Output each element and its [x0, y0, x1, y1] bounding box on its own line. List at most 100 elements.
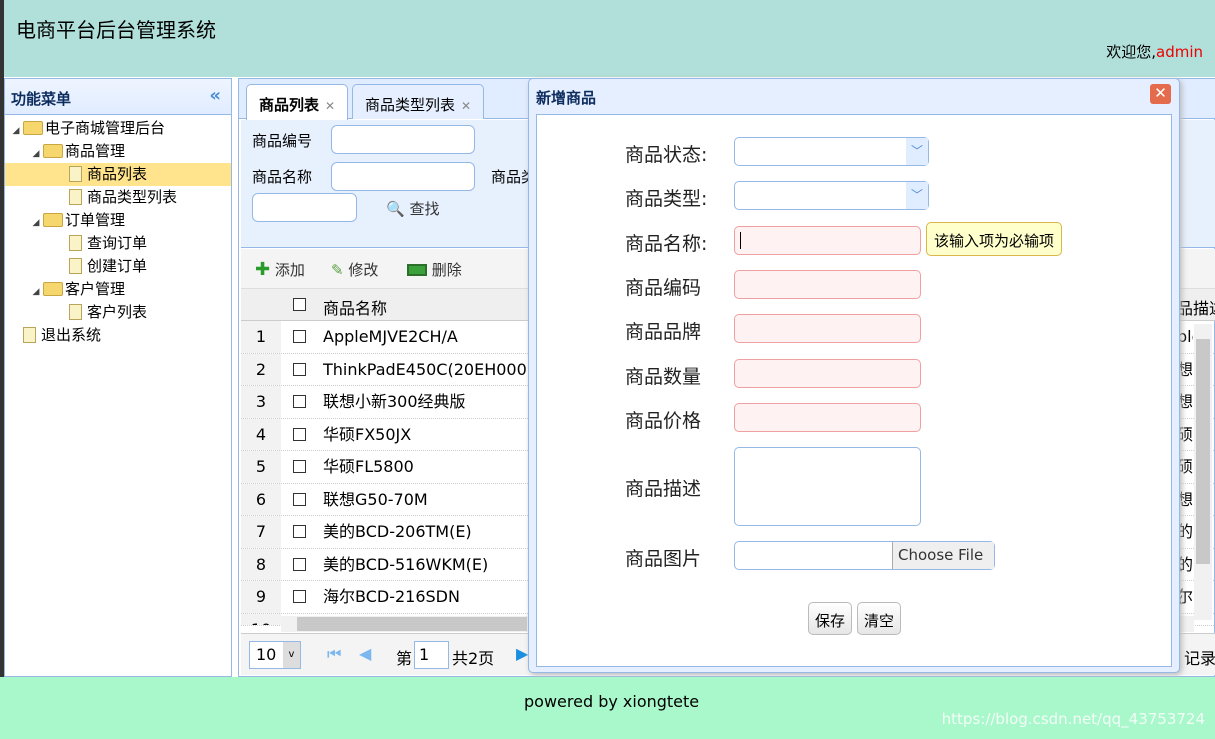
edit-button[interactable]: ✎ 修改 [331, 259, 378, 280]
field-label: 商品数量 [625, 366, 702, 388]
row-number: 10 [241, 613, 281, 625]
code-label: 商品编号 [252, 132, 313, 150]
dialog-body: 该输入项为必输项 保存 清空 商品状态: ﹀ 商品类型: ﹀ 商品名称: 商品编码 商品品牌… [536, 114, 1172, 667]
type-input[interactable] [252, 193, 357, 222]
row-checkbox[interactable] [293, 525, 306, 538]
text-field[interactable] [734, 403, 921, 432]
tab-product-list[interactable]: 商品列表 ✕ [246, 84, 349, 120]
file-input[interactable]: Choose File [734, 541, 995, 570]
close-icon[interactable]: ✕ [325, 99, 335, 113]
chevron-down-icon: ﹀ [906, 138, 928, 165]
collapse-icon[interactable]: « [209, 85, 221, 106]
choose-file-button[interactable]: Choose File [892, 542, 994, 569]
menu-tree: ◢ 电子商城管理后台 ◢ 商品管理 商品列表 商品类型列表 ◢ 订单管理查询订单创建订单 ◢ 客户… [5, 117, 231, 347]
product-name-cell: AppleMJVE2CH/A [323, 327, 458, 346]
menu-item[interactable]: ◢ 客户管理 [5, 278, 231, 301]
product-name-cell: 华硕FX50JX [323, 424, 412, 444]
menu-item[interactable]: ◢ 订单管理 [5, 209, 231, 232]
watermark: https://blog.csdn.net/qq_43753724 [941, 710, 1205, 728]
row-number: 7 [241, 516, 281, 548]
header: 电商平台后台管理系统 欢迎您,admin [0, 0, 1215, 739]
menu-item-label: 查询订单 [87, 234, 148, 252]
product-name-cell: 华硕FL5800 [323, 457, 414, 476]
field-label: 商品描述 [625, 478, 702, 500]
text-field[interactable] [734, 314, 921, 343]
select-field[interactable]: ﹀ [734, 181, 929, 210]
clear-button[interactable]: 清空 [857, 602, 902, 635]
file-icon [23, 327, 36, 343]
text-field[interactable] [734, 270, 921, 299]
name-label: 商品名称 [252, 168, 313, 186]
plus-icon: ✚ [255, 259, 271, 280]
file-icon [69, 235, 82, 251]
field-label: 商品名称: [625, 233, 708, 255]
prev-page-icon[interactable]: ◀ [359, 644, 371, 663]
minus-icon [407, 264, 427, 276]
find-button[interactable]: 🔍 查找 [386, 198, 439, 219]
menu-item[interactable]: 查询订单 [5, 232, 231, 255]
product-name-cell: 联想G50-70M [323, 489, 428, 509]
select-all-checkbox[interactable] [293, 298, 306, 311]
row-checkbox[interactable] [293, 460, 306, 473]
folder-icon [43, 144, 63, 158]
app-title: 电商平台后台管理系统 [16, 18, 216, 42]
menu-item[interactable]: ◢ 电子商城管理后台 [5, 117, 231, 140]
col-desc-header[interactable]: 品描述 [1177, 295, 1215, 319]
dialog-title: 新增商品 [536, 89, 597, 107]
sidebar-title: 功能菜单 [11, 90, 72, 108]
footer: powered by xiongtete https://blog.csdn.n… [0, 677, 1215, 739]
product-name-cell: 联想小新300经典版 [323, 392, 466, 411]
row-checkbox[interactable] [293, 395, 306, 408]
field-label: 商品品牌 [625, 321, 702, 343]
menu-item[interactable]: ◢ 商品管理 [5, 140, 231, 163]
save-button[interactable]: 保存 [808, 602, 853, 635]
code-input[interactable] [331, 125, 475, 154]
name-input[interactable] [331, 162, 475, 191]
select-field[interactable]: ﹀ [734, 137, 929, 166]
menu-item[interactable]: 商品类型列表 [5, 186, 231, 209]
description-textarea[interactable] [734, 447, 921, 526]
menu-item[interactable]: 退出系统 [5, 324, 231, 347]
delete-button[interactable]: 删除 [407, 259, 462, 280]
welcome-label: 欢迎您, [1106, 43, 1156, 61]
menu-item[interactable]: 客户列表 [5, 301, 231, 324]
menu-item[interactable]: 创建订单 [5, 255, 231, 278]
field-label: 商品编码 [625, 277, 702, 299]
page-size-value: 10 [256, 645, 277, 664]
row-number: 8 [241, 548, 281, 580]
field-label: 商品价格 [625, 410, 702, 432]
text-field[interactable] [734, 226, 921, 255]
text-field[interactable] [734, 359, 921, 388]
add-button[interactable]: ✚ 添加 [255, 259, 305, 280]
page-size-select[interactable]: 10 v [249, 641, 301, 669]
row-checkbox[interactable] [293, 590, 306, 603]
field-label: 商品类型: [625, 188, 708, 210]
add-product-dialog: 新增商品 ✕ 该输入项为必输项 保存 清空 商品状态: ﹀ 商品类型: ﹀ 商品名称: 商… [528, 78, 1180, 673]
row-checkbox[interactable] [293, 330, 306, 343]
search-icon: 🔍 [386, 200, 405, 218]
page-input[interactable]: 1 [414, 641, 449, 669]
edit-label: 修改 [348, 261, 379, 279]
menu-item[interactable]: 商品列表 [5, 163, 231, 186]
row-checkbox[interactable] [293, 492, 306, 506]
file-icon [69, 304, 82, 320]
close-icon[interactable]: ✕ [1150, 84, 1171, 104]
next-page-icon[interactable]: ▶ [516, 644, 528, 663]
vertical-scrollbar[interactable] [1194, 324, 1212, 620]
tab-product-type-list[interactable]: 商品类型列表 ✕ [352, 84, 485, 119]
page-value: 1 [419, 645, 430, 664]
row-checkbox[interactable] [293, 427, 306, 441]
row-checkbox[interactable] [293, 362, 306, 376]
product-name-cell: 美的BCD-516WKM(E) [323, 554, 489, 574]
tab-label: 商品类型列表 [365, 96, 456, 114]
required-tooltip: 该输入项为必输项 [926, 222, 1063, 256]
footer-text: powered by xiongtete [524, 692, 700, 711]
close-icon[interactable]: ✕ [461, 99, 471, 113]
col-name-header[interactable]: 商品名称 [323, 295, 387, 319]
field-label: 商品图片 [625, 548, 702, 570]
records-info: 记录 [1183, 649, 1215, 668]
add-label: 添加 [274, 261, 305, 279]
folder-icon [43, 282, 63, 296]
first-page-icon[interactable]: ⏮ [327, 644, 341, 664]
row-checkbox[interactable] [293, 557, 306, 571]
